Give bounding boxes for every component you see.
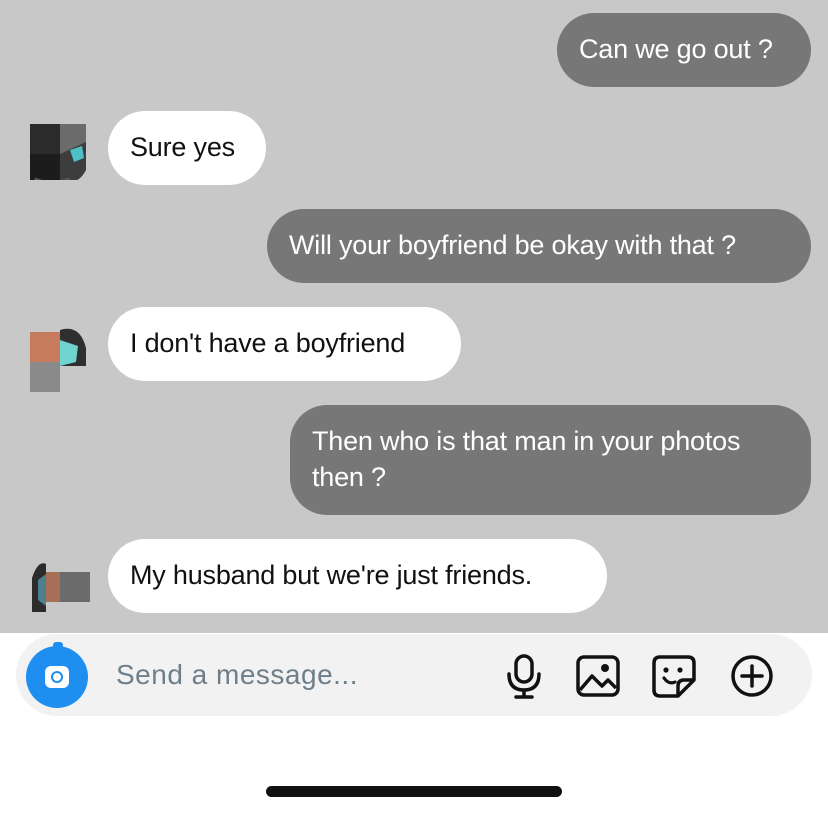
- message-text: My husband but we're just friends.: [130, 560, 533, 590]
- message-text: I don't have a boyfriend: [130, 328, 406, 358]
- contact-avatar[interactable]: [30, 326, 86, 392]
- microphone-icon: [507, 654, 541, 699]
- message-text: Will your boyfriend be okay with that ?: [289, 230, 736, 260]
- avatar-image: [30, 124, 86, 180]
- incoming-message[interactable]: My husband but we're just friends.: [108, 539, 607, 613]
- contact-avatar[interactable]: [30, 124, 86, 180]
- avatar-image: [32, 563, 90, 612]
- camera-button[interactable]: [26, 642, 88, 708]
- incoming-message[interactable]: Sure yes: [108, 111, 266, 185]
- sticker-button[interactable]: [650, 652, 698, 700]
- outgoing-message[interactable]: Will your boyfriend be okay with that ?: [267, 209, 811, 283]
- home-indicator[interactable]: [266, 786, 562, 797]
- sticker-icon: [652, 655, 696, 698]
- incoming-message[interactable]: I don't have a boyfriend: [108, 307, 461, 381]
- outgoing-message[interactable]: Then who is that man in your photos then…: [290, 405, 811, 515]
- message-composer: [16, 634, 812, 716]
- message-text: Can we go out ?: [579, 34, 773, 64]
- gallery-button[interactable]: [574, 652, 622, 700]
- more-options-button[interactable]: [728, 652, 776, 700]
- plus-circle-icon: [731, 655, 773, 697]
- image-icon: [576, 655, 620, 697]
- message-text: Sure yes: [130, 132, 235, 162]
- chat-thread: Can we go out ? Sure yes Will your boyfr…: [0, 0, 828, 633]
- contact-avatar[interactable]: [30, 560, 90, 612]
- camera-tab: [53, 642, 63, 658]
- message-input[interactable]: [116, 654, 476, 696]
- message-text: Then who is that man in your photos then…: [312, 426, 741, 492]
- microphone-button[interactable]: [500, 652, 548, 700]
- outgoing-message[interactable]: Can we go out ?: [557, 13, 811, 87]
- avatar-image: [30, 328, 86, 392]
